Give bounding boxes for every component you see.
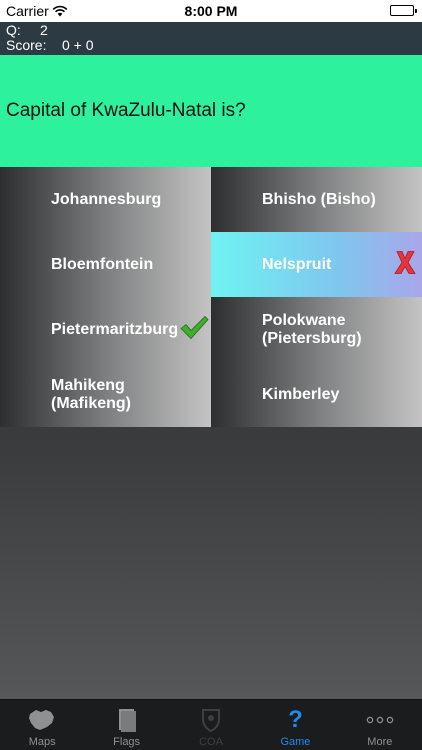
answer-label: Johannesburg <box>51 190 162 208</box>
tab-label: More <box>367 736 393 748</box>
score-value: 0 + 0 <box>62 37 94 53</box>
tab-label: COA <box>199 736 223 748</box>
answer-label: Bhisho (Bisho) <box>262 190 376 208</box>
tab-label: Game <box>280 736 311 748</box>
answer-button-johannesburg[interactable]: Johannesburg <box>0 167 211 232</box>
wrong-x-icon <box>394 249 416 280</box>
answer-button-polokwane[interactable]: Polokwane (Pietersburg) <box>211 297 422 362</box>
tab-coa[interactable]: COA <box>169 700 253 750</box>
clock: 8:00 PM <box>184 3 238 19</box>
answer-button-kimberley[interactable]: Kimberley <box>211 362 422 427</box>
more-icon <box>366 706 394 734</box>
tab-bar: Maps Flags COA ? Game More <box>0 699 422 750</box>
answer-button-pietermaritzburg[interactable]: Pietermaritzburg <box>0 297 211 362</box>
tab-more[interactable]: More <box>338 700 422 750</box>
answer-button-bhisho[interactable]: Bhisho (Bisho) <box>211 167 422 232</box>
answer-label: Bloemfontein <box>51 255 154 273</box>
answer-button-nelspruit[interactable]: Nelspruit <box>211 232 422 297</box>
question-number-value: 2 <box>40 22 48 38</box>
answer-label: Pietermaritzburg <box>51 320 179 338</box>
answer-label: Nelspruit <box>262 255 332 273</box>
correct-check-icon <box>179 314 209 345</box>
map-icon <box>27 706 57 734</box>
tab-label: Maps <box>28 736 56 748</box>
answer-button-bloemfontein[interactable]: Bloemfontein <box>0 232 211 297</box>
question-text: Capital of KwaZulu-Natal is? <box>6 100 246 121</box>
answer-label: Polokwane (Pietersburg) <box>262 311 362 347</box>
tab-maps[interactable]: Maps <box>0 700 84 750</box>
answer-label: Kimberley <box>262 385 340 403</box>
score-label: Score: <box>6 37 47 53</box>
answer-label: Mahikeng (Mafikeng) <box>51 376 131 412</box>
flag-icon <box>117 706 137 734</box>
question-panel: Capital of KwaZulu-Natal is? <box>0 55 422 167</box>
question-mark-icon: ? <box>288 706 303 733</box>
tab-game[interactable]: ? Game <box>253 700 337 750</box>
score-strip: Q: 2 Score: 0 + 0 <box>0 22 422 55</box>
status-bar: Carrier 8:00 PM <box>0 0 422 22</box>
battery-icon <box>390 5 417 16</box>
tab-flags[interactable]: Flags <box>84 700 168 750</box>
coat-of-arms-icon <box>199 706 223 734</box>
answer-button-mahikeng[interactable]: Mahikeng (Mafikeng) <box>0 362 211 427</box>
question-number-label: Q: <box>6 22 21 38</box>
tab-label: Flags <box>113 736 141 748</box>
